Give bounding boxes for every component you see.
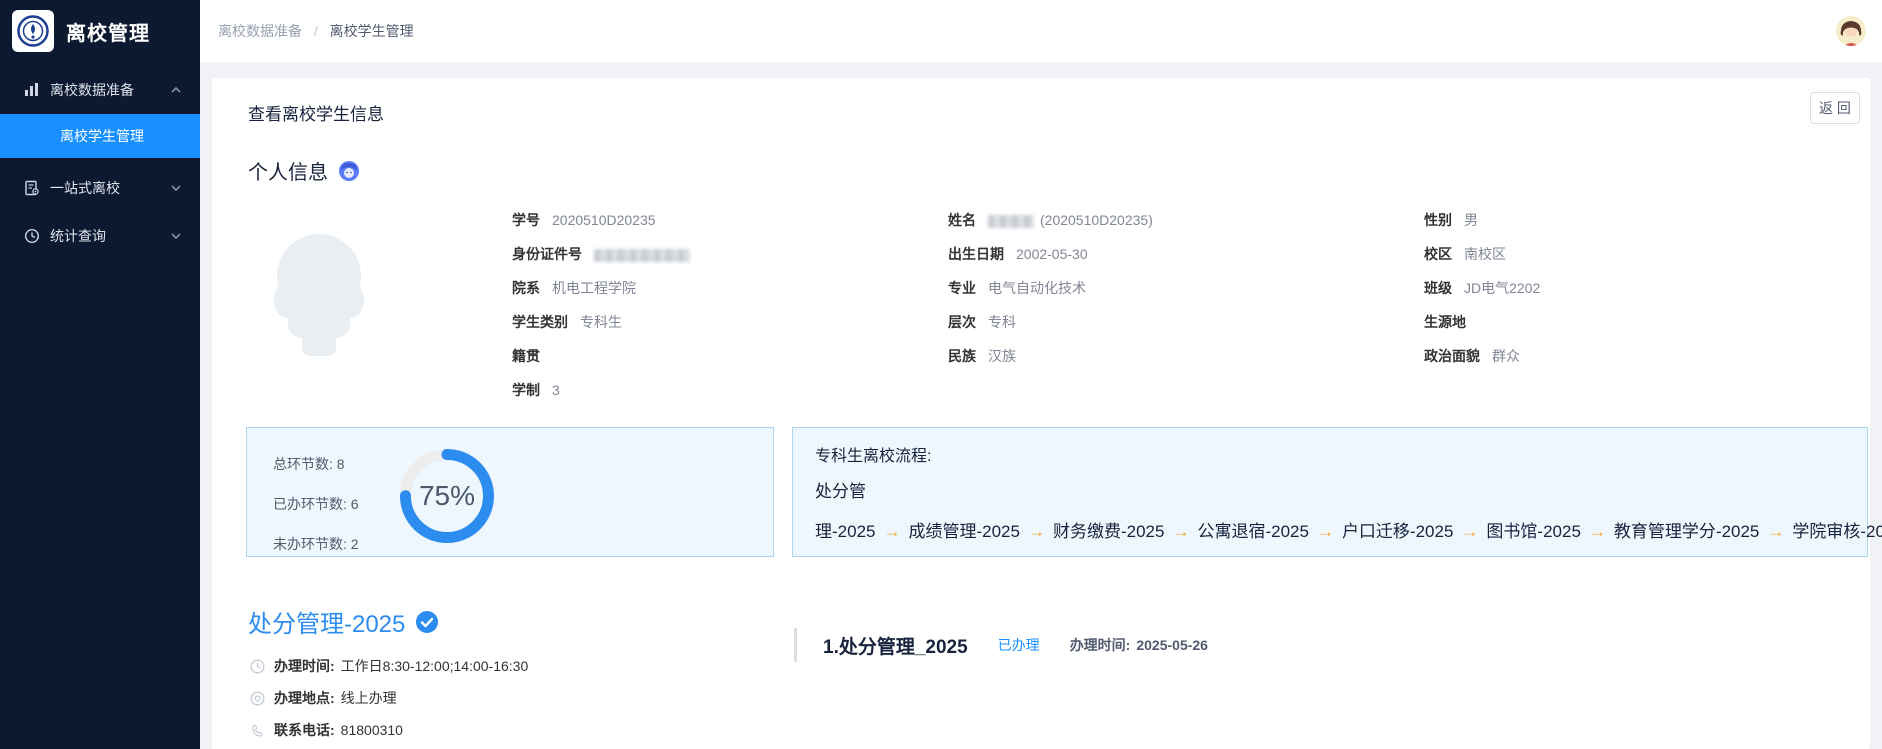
- redacted-name-value: [988, 214, 1034, 228]
- profile-field: 院系 机电工程学院: [512, 280, 636, 296]
- task-time: 2025-05-26: [1136, 637, 1208, 653]
- arrow-icon: →: [1316, 522, 1334, 541]
- sidebar-item-label: 离校学生管理: [60, 128, 144, 144]
- step-section-heading: 处分管理-2025: [248, 604, 439, 639]
- profile-field: 学号 2020510D20235: [512, 212, 656, 228]
- flow-title: 专科生离校流程:: [815, 448, 932, 465]
- profile-field: 学生类别 专科生: [512, 314, 622, 330]
- arrow-icon: →: [1767, 522, 1785, 541]
- profile-column-3: 性别男 校区 南校区 班级 JD电气2202 生源地 政治面貌 群众: [1424, 203, 1540, 373]
- user-avatar[interactable]: [1836, 16, 1866, 46]
- chevron-down-icon: [170, 230, 182, 242]
- phone-icon: [250, 723, 265, 738]
- sidebar-item-label: 一站式离校: [50, 180, 120, 196]
- profile-field: 校区 南校区: [1424, 246, 1506, 262]
- app-logo: 离校管理: [0, 0, 200, 62]
- page-title: 查看离校学生信息: [248, 105, 384, 124]
- profile-field: 层次 专科: [948, 314, 1016, 330]
- arrow-icon: →: [1461, 522, 1479, 541]
- profile-column-1: 学号 2020510D20235 身份证件号 院系 机电工程学院 学生类别 专科生 籍…: [512, 203, 696, 407]
- handle-time-row: 办理时间: 工作日8:30-12:00;14:00-16:30: [250, 650, 528, 682]
- breadcrumb-separator: /: [313, 23, 318, 39]
- breadcrumb-current: 离校学生管理: [329, 23, 414, 39]
- sidebar-item-label: 离校数据准备: [50, 82, 134, 98]
- personal-info-title: 个人信息: [248, 162, 328, 184]
- student-photo-placeholder: [248, 208, 390, 384]
- personal-info-heading: 个人信息: [248, 156, 360, 185]
- back-button[interactable]: 返 回: [1810, 92, 1860, 124]
- breadcrumb: 离校数据准备 / 离校学生管理: [218, 21, 414, 41]
- task-name: 1.处分管理_2025: [823, 636, 968, 658]
- progress-counts: 总环节数: 8 已办环节数: 6 未办环节数: 2: [273, 444, 359, 564]
- flow-step: 图书馆-2025: [1486, 522, 1581, 541]
- top-bar: 离校数据准备 / 离校学生管理: [200, 0, 1882, 62]
- arrow-icon: →: [1588, 522, 1606, 541]
- chevron-up-icon: [170, 84, 182, 96]
- arrow-icon: →: [883, 522, 901, 541]
- app-title: 离校管理: [66, 22, 150, 45]
- done-steps: 已办环节数: 6: [273, 496, 359, 512]
- check-circle-icon: [415, 610, 439, 634]
- task-status-badge: 已办理: [997, 637, 1040, 653]
- task-time-label: 办理时间:: [1069, 637, 1131, 653]
- profile-field: 姓名 (2020510D20235): [948, 212, 1153, 228]
- progress-percent: 75%: [418, 480, 476, 511]
- progress-summary-box: 总环节数: 8 已办环节数: 6 未办环节数: 2 75%: [246, 427, 774, 557]
- arrow-icon: →: [1027, 522, 1045, 541]
- profile-field: 班级 JD电气2202: [1424, 280, 1541, 296]
- one-stop-icon: [24, 180, 40, 196]
- profile-field: 性别男: [1424, 212, 1478, 228]
- total-steps: 总环节数: 8: [273, 456, 345, 472]
- flow-steps: 处分管理-2025 → 成绩管理-2025 → 财务缴费-2025 → 公寓退宿-2025 →…: [815, 472, 1882, 552]
- profile-field: 民族 汉族: [948, 348, 1016, 364]
- leave-flow-box: 专科生离校流程: 处分管理-2025 → 成绩管理-2025 → 财务缴费-2025 → 公…: [792, 427, 1882, 557]
- content-area: 查看离校学生信息 返 回 个人信息 学号 2020510D20235 身份证件号…: [200, 62, 1882, 749]
- pending-steps: 未办环节数: 2: [273, 536, 359, 552]
- flow-step: 学院审核-2025: [1792, 522, 1882, 541]
- flow-step: 公寓退宿-2025: [1197, 522, 1309, 541]
- sidebar-item-one-stop[interactable]: 一站式离校: [0, 164, 200, 212]
- flow-step: 户口迁移-2025: [1341, 522, 1454, 541]
- step-title: 处分管理-2025: [248, 611, 406, 638]
- profile-field: 政治面貌 群众: [1424, 348, 1520, 364]
- sidebar-menu: 离校数据准备 离校学生管理 一站式离校 统计查询: [0, 66, 200, 260]
- sidebar: 离校管理 离校数据准备 离校学生管理 一站式离校 统计查询: [0, 0, 200, 749]
- sidebar-item-stats-query[interactable]: 统计查询: [0, 212, 200, 260]
- profile-field: 出生日期 2002-05-30: [948, 246, 1088, 262]
- profile-column-2: 姓名 (2020510D20235) 出生日期 2002-05-30 专业 电气自动化…: [948, 203, 1153, 373]
- boy-avatar-icon: [338, 160, 360, 182]
- profile-field: 专业 电气自动化技术: [948, 280, 1086, 296]
- breadcrumb-item[interactable]: 离校数据准备: [218, 23, 302, 39]
- school-logo-icon: [12, 10, 54, 52]
- location-icon: [250, 691, 265, 706]
- data-prep-icon: [24, 82, 40, 98]
- profile-field: 身份证件号: [512, 237, 696, 271]
- flow-step: 财务缴费-2025: [1052, 522, 1165, 541]
- task-divider: [794, 628, 797, 662]
- clock-icon: [250, 659, 265, 674]
- redacted-id-value: [594, 248, 690, 262]
- step-task-item: 1.处分管理_2025 已办理 办理时间: 2025-05-26: [794, 628, 1208, 662]
- profile-field: 生源地: [1424, 314, 1466, 330]
- stats-query-icon: [24, 228, 40, 244]
- profile-field: 学制 3: [512, 382, 560, 398]
- step-detail-info: 办理时间: 工作日8:30-12:00;14:00-16:30 办理地点: 线上…: [250, 650, 528, 746]
- profile-field: 籍贯: [512, 348, 540, 364]
- arrow-icon: →: [1172, 522, 1190, 541]
- student-info-card: 查看离校学生信息 返 回 个人信息 学号 2020510D20235 身份证件号…: [212, 78, 1882, 749]
- flow-step: 成绩管理-2025: [908, 522, 1020, 541]
- chevron-down-icon: [170, 182, 182, 194]
- flow-step: 处分管理-2025: [815, 482, 876, 541]
- sidebar-item-student-mgmt[interactable]: 离校学生管理: [0, 114, 200, 158]
- handle-place-row: 办理地点: 线上办理: [250, 682, 528, 714]
- sidebar-item-data-prep[interactable]: 离校数据准备: [0, 66, 200, 114]
- sidebar-item-label: 统计查询: [50, 228, 106, 244]
- flow-step: 教育管理学分-2025: [1613, 522, 1760, 541]
- contact-phone-row: 联系电话: 81800310: [250, 714, 528, 746]
- progress-ring: 75%: [400, 449, 494, 543]
